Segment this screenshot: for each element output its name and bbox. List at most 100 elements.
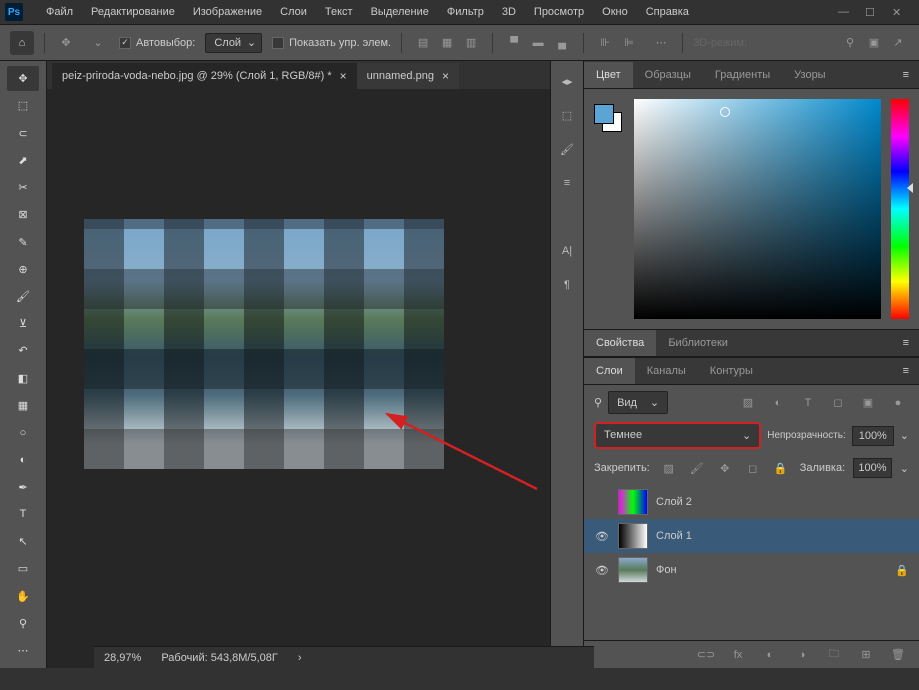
adjustment-layer-icon[interactable]: ◑ (791, 644, 813, 666)
layer-mask-icon[interactable]: ◐ (759, 644, 781, 666)
lock-transparency-icon[interactable]: ▨ (658, 457, 680, 479)
tab-close-icon[interactable]: × (442, 69, 449, 83)
paragraph-panel-icon[interactable]: ¶ (557, 275, 577, 295)
document-tab[interactable]: peiz-priroda-voda-nebo.jpg @ 29% (Слой 1… (52, 63, 357, 89)
document-tab[interactable]: unnamed.png× (357, 63, 459, 89)
expand-dock-icon[interactable]: ◂▸ (557, 71, 577, 91)
color-picker[interactable] (634, 99, 881, 319)
lasso-tool[interactable]: ⊂ (7, 120, 39, 145)
move-tool-icon[interactable]: ✥ (55, 32, 77, 54)
align-center-v-icon[interactable]: ▬ (527, 32, 549, 54)
layer-fx-icon[interactable]: fx (727, 644, 749, 666)
lock-paint-icon[interactable]: 🖌 (686, 457, 708, 479)
tab-close-icon[interactable]: × (340, 69, 347, 83)
edit-toolbar[interactable]: ⋯ (7, 638, 39, 663)
fill-chevron[interactable]: ⌄ (900, 462, 909, 475)
foreground-swatch[interactable] (594, 104, 614, 124)
healing-tool[interactable]: ⊕ (7, 257, 39, 282)
delete-layer-icon[interactable]: 🗑 (887, 644, 909, 666)
menu-слои[interactable]: Слои (272, 2, 315, 22)
distribute-v-icon[interactable]: ⊫ (618, 32, 640, 54)
fill-input[interactable]: 100% (853, 458, 892, 478)
menu-справка[interactable]: Справка (638, 2, 697, 22)
align-right-icon[interactable]: ▥ (460, 32, 482, 54)
character-panel-icon[interactable]: A| (557, 241, 577, 261)
visibility-toggle[interactable]: 👁 (594, 564, 610, 577)
layer-name[interactable]: Слой 1 (656, 530, 692, 542)
distribute-h-icon[interactable]: ⊪ (594, 32, 616, 54)
menu-текст[interactable]: Текст (317, 2, 361, 22)
menu-файл[interactable]: Файл (38, 2, 81, 22)
panel-tab-Каналы[interactable]: Каналы (635, 358, 698, 384)
status-chevron[interactable]: › (298, 652, 302, 664)
search-icon[interactable]: ⚲ (839, 32, 861, 54)
lock-position-icon[interactable]: ✥ (714, 457, 736, 479)
fgbg-swatches[interactable] (594, 104, 624, 134)
pen-tool[interactable]: ✒ (7, 475, 39, 500)
shape-tool[interactable]: ▭ (7, 556, 39, 581)
zoom-level[interactable]: 28,97% (104, 652, 141, 664)
layer-row[interactable]: 👁 Слой 1 (584, 519, 919, 553)
brushes-panel-icon[interactable]: 🖌 (557, 139, 577, 159)
marquee-tool[interactable]: ⬚ (7, 93, 39, 118)
new-layer-icon[interactable]: ⊞ (855, 644, 877, 666)
menu-фильтр[interactable]: Фильтр (439, 2, 492, 22)
canvas-viewport[interactable] (47, 89, 550, 668)
filter-smart-icon[interactable]: ▣ (857, 392, 879, 414)
panel-tab-Библиотеки[interactable]: Библиотеки (656, 330, 740, 356)
hue-slider[interactable] (891, 99, 909, 319)
layer-thumbnail[interactable] (618, 489, 648, 515)
menu-окно[interactable]: Окно (594, 2, 636, 22)
panel-tab-Градиенты[interactable]: Градиенты (703, 62, 782, 88)
panel-tab-Слои[interactable]: Слои (584, 358, 635, 384)
gradient-tool[interactable]: ▦ (7, 393, 39, 418)
color-panel-menu[interactable]: ≡ (893, 64, 919, 86)
align-bottom-icon[interactable]: ▄ (551, 32, 573, 54)
crop-tool[interactable]: ✂ (7, 175, 39, 200)
history-brush-tool[interactable]: ↶ (7, 338, 39, 363)
tool-preset-dropdown[interactable]: ⌄ (87, 32, 109, 54)
layers-panel-menu[interactable]: ≡ (893, 360, 919, 382)
props-panel-menu[interactable]: ≡ (893, 332, 919, 354)
minimize-button[interactable]: — (838, 6, 850, 18)
type-tool[interactable]: T (7, 502, 39, 527)
layer-name[interactable]: Слой 2 (656, 496, 692, 508)
layer-filter-dropdown[interactable]: Вид⌄ (608, 391, 668, 414)
wand-tool[interactable]: ⬈ (7, 148, 39, 173)
panel-tab-Цвет[interactable]: Цвет (584, 62, 633, 88)
layer-name[interactable]: Фон (656, 564, 677, 576)
link-layers-icon[interactable]: ⊂⊃ (695, 644, 717, 666)
panel-tab-Контуры[interactable]: Контуры (698, 358, 765, 384)
opacity-input[interactable]: 100% (852, 426, 894, 446)
layer-thumbnail[interactable] (618, 557, 648, 583)
move-tool[interactable]: ✥ (7, 66, 39, 91)
menu-3d[interactable]: 3D (494, 2, 524, 22)
filter-adjust-icon[interactable]: ◐ (767, 392, 789, 414)
hand-tool[interactable]: ✋ (7, 583, 39, 608)
eraser-tool[interactable]: ◧ (7, 366, 39, 391)
visibility-toggle[interactable]: 👁 (594, 530, 610, 543)
layer-row[interactable]: Слой 2 (584, 485, 919, 519)
filter-shape-icon[interactable]: ◻ (827, 392, 849, 414)
filter-toggle-icon[interactable]: ● (887, 392, 909, 414)
more-align-icon[interactable]: ⋯ (650, 32, 672, 54)
maximize-button[interactable]: ☐ (865, 6, 877, 18)
home-button[interactable]: ⌂ (10, 31, 34, 55)
stamp-tool[interactable]: ⊻ (7, 311, 39, 336)
autoselect-checkbox[interactable]: ✓ Автовыбор: (119, 37, 195, 49)
brush-tool[interactable]: 🖌 (7, 284, 39, 309)
align-center-h-icon[interactable]: ▦ (436, 32, 458, 54)
blur-tool[interactable]: ○ (7, 420, 39, 445)
menu-просмотр[interactable]: Просмотр (526, 2, 592, 22)
dodge-tool[interactable]: ◐ (7, 447, 39, 472)
show-controls-checkbox[interactable]: Показать упр. элем. (272, 37, 391, 49)
panel-tab-Узоры[interactable]: Узоры (782, 62, 837, 88)
adjustments-panel-icon[interactable]: ≡ (557, 173, 577, 193)
close-button[interactable]: ✕ (892, 6, 904, 18)
layer-row[interactable]: 👁Фон🔒 (584, 553, 919, 587)
align-left-icon[interactable]: ▤ (412, 32, 434, 54)
share-icon[interactable]: ↗ (887, 32, 909, 54)
menu-изображение[interactable]: Изображение (185, 2, 270, 22)
lock-artboard-icon[interactable]: ◻ (742, 457, 764, 479)
blend-mode-dropdown[interactable]: Темнее ⌄ (594, 422, 761, 449)
